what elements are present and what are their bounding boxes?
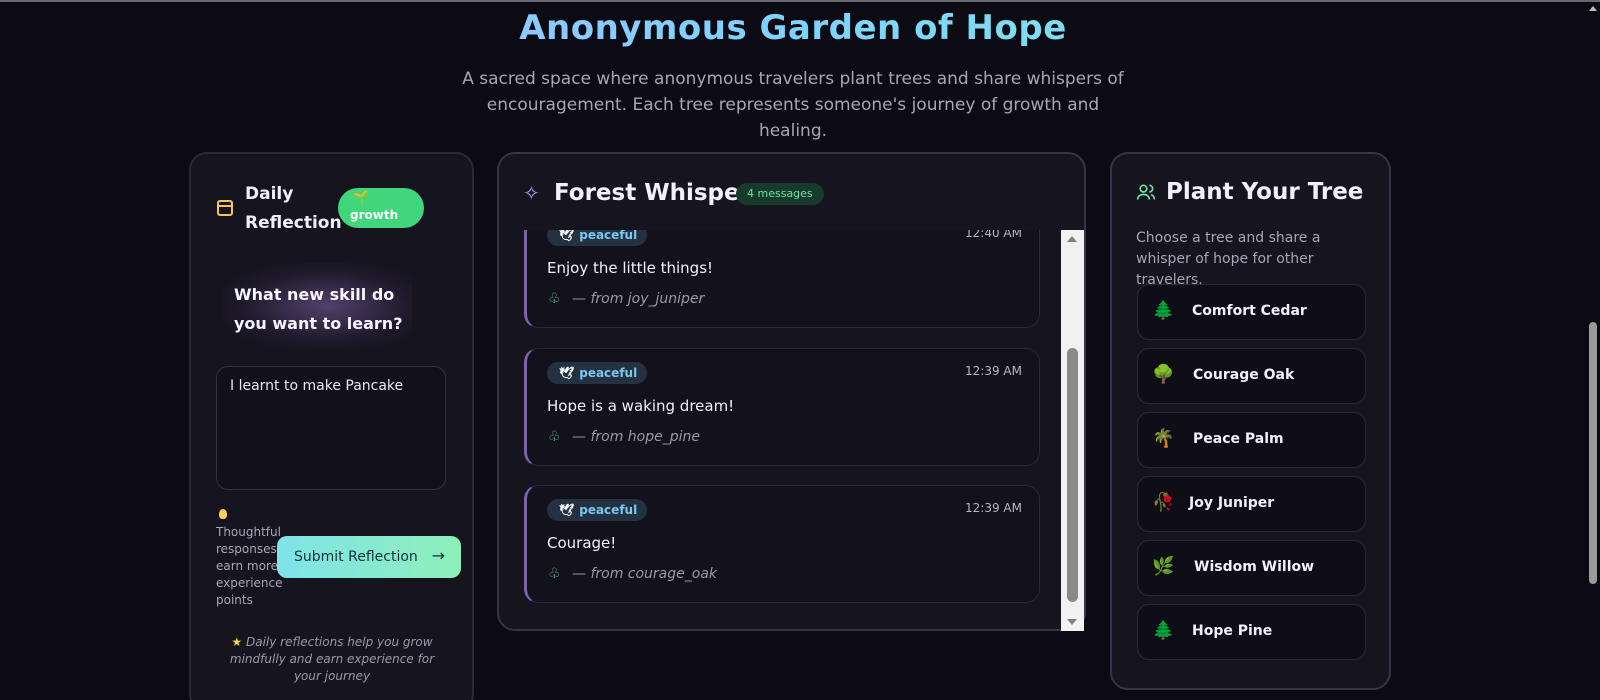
mood-tag: 🕊 peaceful (547, 230, 648, 246)
messages-scrollbar[interactable] (1061, 230, 1084, 631)
message-text: Courage! (547, 534, 617, 552)
tree-icon: ♧ (548, 566, 561, 582)
dove-icon: 🕊 (559, 503, 575, 517)
message-card: 🕊 peaceful 12:39 AM Hope is a waking drea… (524, 348, 1040, 466)
message-time: 12:40 AM (965, 230, 1022, 240)
tree-option-peace-palm[interactable]: 🌴 Peace Palm (1137, 412, 1366, 468)
wilted-flower-icon: 🥀 (1152, 492, 1175, 513)
mood-tag: 🕊 peaceful (547, 362, 648, 384)
tree-option-label: Peace Palm (1193, 431, 1284, 447)
message-count-badge: 4 messages (736, 183, 824, 205)
page-scrollbar[interactable] (1586, 2, 1600, 700)
messages-list[interactable]: 🕊 peaceful 12:40 AM Enjoy the little thin… (499, 230, 1086, 630)
arrow-right-icon: → (431, 546, 445, 565)
star-icon: ★ (231, 635, 243, 649)
scroll-up-icon[interactable] (1067, 236, 1077, 242)
reflection-tip: Thoughtful responses earn more experienc… (216, 525, 283, 607)
evergreen-tree-icon: 🌲 (1152, 300, 1175, 321)
tree-option-joy-juniper[interactable]: 🥀 Joy Juniper (1137, 476, 1366, 532)
daily-note-text: Daily reflections help you grow mindfull… (229, 635, 435, 683)
reflection-prompt: What new skill do you want to learn? (234, 285, 403, 333)
calendar-icon (217, 200, 233, 216)
growth-badge-label: growth (350, 208, 399, 222)
message-card: 🕊 peaceful 12:39 AM Courage! ♧ — from cou… (524, 485, 1040, 603)
scroll-down-icon[interactable] (1067, 619, 1077, 625)
tree-option-hope-pine[interactable]: 🌲 Hope Pine (1137, 604, 1366, 660)
message-author: — from courage_oak (572, 566, 718, 582)
plant-tree-description: Choose a tree and share a whisper of hop… (1136, 230, 1321, 288)
herb-icon: 🌿 (1152, 556, 1175, 577)
hero: Anonymous Garden of Hope A sacred space … (0, 0, 1586, 144)
message-time: 12:39 AM (965, 364, 1022, 378)
message-author: — from joy_juniper (572, 291, 705, 307)
reflection-input[interactable]: I learnt to make Pancake (216, 366, 446, 490)
tree-icon: ♧ (548, 429, 561, 445)
submit-reflection-label: Submit Reflection (294, 549, 418, 565)
mood-tag: 🕊 peaceful (547, 499, 648, 521)
plant-tree-title: Plant Your Tree (1166, 179, 1364, 205)
tree-icon: ♧ (548, 291, 561, 307)
tree-option-courage-oak[interactable]: 🌳 Courage Oak (1137, 348, 1366, 404)
page-subtitle: A sacred space where anonymous travelers… (462, 69, 1124, 141)
message-card: 🕊 peaceful 12:40 AM Enjoy the little thin… (524, 230, 1040, 328)
users-icon (1136, 184, 1156, 200)
scrollbar-thumb[interactable] (1067, 348, 1078, 602)
tree-option-wisdom-willow[interactable]: 🌿 Wisdom Willow (1137, 540, 1366, 596)
message-author: — from hope_pine (572, 429, 700, 445)
page-title: Anonymous Garden of Hope (0, 6, 1586, 50)
daily-reflection-note: ★ Daily reflections help you grow mindfu… (222, 634, 442, 685)
dove-icon: 🕊 (559, 230, 575, 242)
tree-option-label: Joy Juniper (1189, 495, 1275, 511)
tree-option-comfort-cedar[interactable]: 🌲 Comfort Cedar (1137, 284, 1366, 340)
growth-badge: 🌱 growth (338, 188, 424, 228)
sparkles-icon: ✧ (523, 181, 540, 205)
tree-option-label: Comfort Cedar (1192, 303, 1307, 319)
page-scrollbar-thumb[interactable] (1589, 322, 1597, 584)
mood-tag-label: peaceful (579, 366, 638, 380)
tree-option-label: Courage Oak (1193, 367, 1295, 383)
lightbulb-icon (219, 509, 227, 519)
tree-option-label: Hope Pine (1192, 623, 1273, 639)
palm-tree-icon: 🌴 (1152, 428, 1175, 449)
message-time: 12:39 AM (965, 501, 1022, 515)
tree-option-label: Wisdom Willow (1194, 559, 1315, 575)
message-text: Hope is a waking dream! (547, 397, 735, 415)
mood-tag-label: peaceful (579, 503, 638, 517)
forest-whispers-title: Forest Whispers (554, 180, 765, 206)
forest-whispers-card: ✧ Forest Whispers 4 messages 🕊 peaceful 1… (497, 152, 1086, 631)
dove-icon: 🕊 (559, 366, 575, 380)
submit-reflection-button[interactable]: Submit Reflection → (277, 536, 461, 578)
message-text: Enjoy the little things! (547, 259, 714, 277)
deciduous-tree-icon: 🌳 (1152, 364, 1175, 385)
sprout-icon: 🌱 (352, 190, 370, 206)
mood-tag-label: peaceful (579, 230, 638, 242)
page-scroll-up-icon[interactable] (1589, 6, 1597, 11)
evergreen-tree-icon: 🌲 (1152, 620, 1175, 641)
plant-tree-card: Plant Your Tree Choose a tree and share … (1110, 152, 1391, 690)
